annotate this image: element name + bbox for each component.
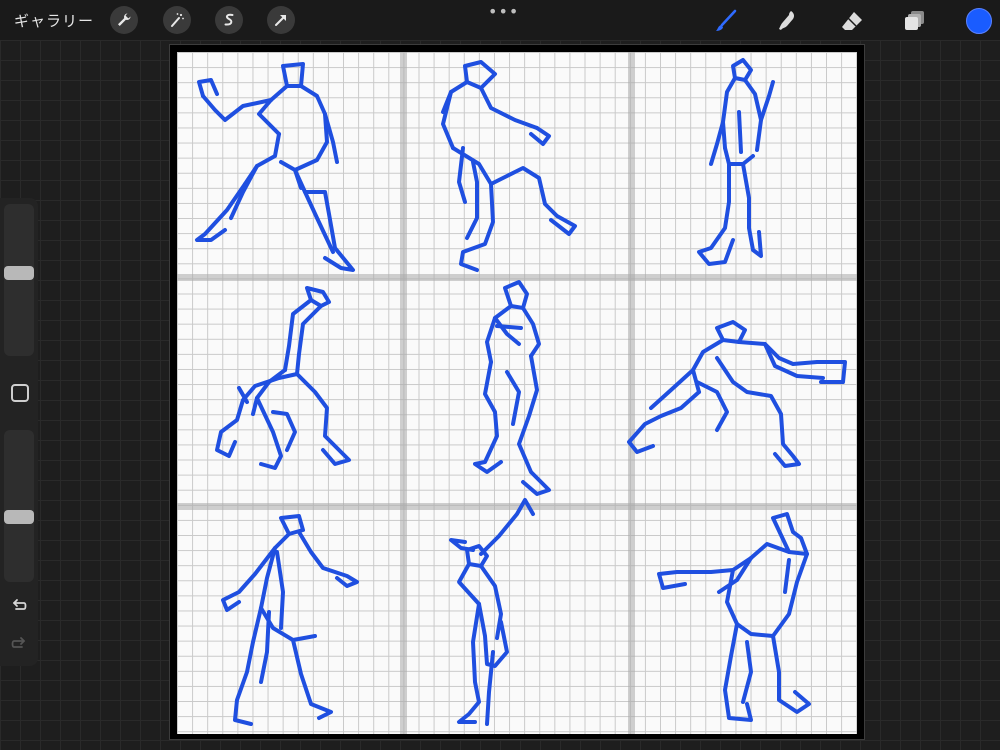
smudge-icon	[779, 11, 795, 30]
layers-button[interactable]	[900, 6, 930, 36]
gallery-button[interactable]: ギャラリー	[14, 10, 94, 31]
selection-button[interactable]	[215, 6, 243, 34]
modify-square-button[interactable]	[11, 384, 29, 402]
drawing-canvas[interactable]	[177, 52, 857, 734]
procreate-app: ギャラリー •••	[0, 0, 1000, 750]
gesture-sketches	[195, 58, 847, 726]
gesture-figure-7	[221, 514, 359, 726]
eraser-icon	[842, 12, 862, 30]
gesture-figure-4	[215, 286, 351, 470]
wrench-icon	[118, 13, 131, 26]
gesture-figure-5	[473, 280, 551, 496]
transform-button[interactable]	[267, 6, 295, 34]
gesture-figure-3	[697, 58, 775, 266]
brush-size-slider[interactable]	[4, 204, 34, 356]
gesture-figure-1	[195, 62, 355, 272]
actions-wrench-button[interactable]	[110, 6, 138, 34]
redo-button[interactable]	[9, 633, 29, 653]
transform-arrow-icon	[275, 15, 286, 26]
layers-icon	[905, 11, 924, 30]
more-options-dots[interactable]: •••	[488, 2, 519, 21]
color-picker-swatch[interactable]	[966, 8, 992, 34]
brush-size-handle[interactable]	[4, 266, 34, 280]
canvas-frame	[169, 44, 865, 740]
selection-icon	[224, 13, 234, 26]
smudge-tool-button[interactable]	[773, 6, 803, 36]
brush-opacity-handle[interactable]	[4, 510, 34, 524]
redo-icon	[11, 637, 25, 648]
gesture-figure-6	[627, 320, 847, 468]
eraser-tool-button[interactable]	[837, 6, 867, 36]
undo-icon	[13, 599, 27, 610]
brush-tool-button[interactable]	[711, 6, 741, 36]
adjustments-wand-button[interactable]	[163, 6, 191, 34]
brush-opacity-slider[interactable]	[4, 430, 34, 582]
top-toolbar: ギャラリー •••	[0, 0, 1000, 40]
left-sidebar	[0, 198, 38, 666]
gesture-figure-9	[657, 512, 811, 722]
gesture-figure-2	[441, 60, 577, 272]
undo-button[interactable]	[9, 595, 29, 615]
magic-wand-icon	[171, 13, 184, 27]
brush-icon	[716, 9, 737, 31]
gesture-figure-8	[449, 498, 535, 726]
